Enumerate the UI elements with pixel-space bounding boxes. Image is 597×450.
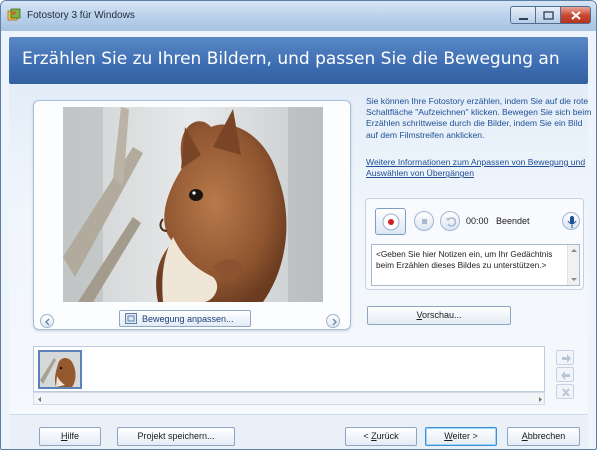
cancel-button[interactable]: Abbrechen	[507, 427, 580, 446]
squirrel-photo	[63, 107, 323, 302]
minimize-icon	[519, 18, 528, 20]
main-content: Bewegung anpassen... Sie können Ihre Fot…	[9, 84, 591, 414]
page-title: Erzählen Sie zu Ihren Bildern, und passe…	[22, 49, 560, 69]
fotostory-app-icon	[7, 8, 21, 21]
arrow-left-icon	[561, 371, 570, 380]
back-button[interactable]: < Zurück	[345, 427, 417, 446]
next-button[interactable]: Weiter >	[425, 427, 497, 446]
preview-button[interactable]: Vorschau...	[367, 306, 511, 325]
chevron-left-icon	[45, 318, 50, 326]
narration-notes-text: <Geben Sie hier Notizen ein, um Ihr Gedä…	[376, 249, 553, 270]
delete-x-icon	[562, 388, 570, 397]
narration-time: 00:00	[466, 216, 489, 226]
record-button[interactable]	[375, 208, 406, 235]
undo-button[interactable]	[440, 211, 460, 231]
filmstrip-thumbnail[interactable]	[38, 350, 82, 389]
customize-motion-button[interactable]: Bewegung anpassen...	[119, 310, 251, 327]
title-bar[interactable]: Fotostory 3 für Windows	[1, 1, 596, 31]
motion-icon	[125, 313, 137, 324]
save-project-button[interactable]: Projekt speichern...	[117, 427, 235, 446]
notes-scrollbar[interactable]	[567, 245, 579, 285]
microphone-icon	[567, 216, 577, 228]
next-image-button[interactable]	[326, 314, 340, 328]
more-info-link[interactable]: Weitere Informationen zum Anpassen von B…	[366, 157, 588, 179]
arrow-right-icon	[562, 354, 571, 363]
image-preview-panel: Bewegung anpassen...	[33, 100, 351, 330]
scroll-arrows-icon	[571, 249, 577, 281]
wizard-header: Erzählen Sie zu Ihren Bildern, und passe…	[9, 37, 588, 84]
close-button[interactable]	[561, 6, 591, 24]
undo-icon	[446, 217, 457, 227]
instructions-text: Sie können Ihre Fotostory erzählen, inde…	[366, 96, 592, 140]
help-button[interactable]: Hilfe	[39, 427, 101, 446]
filmstrip-scrollbar[interactable]	[33, 392, 545, 405]
narration-panel: 00:00 Beendet <Geben Sie hier Notizen ei…	[365, 198, 584, 290]
chevron-right-icon	[332, 318, 337, 326]
customize-motion-label: Bewegung anpassen...	[142, 314, 234, 324]
minimize-button[interactable]	[510, 6, 536, 24]
move-left-button[interactable]	[556, 367, 574, 382]
maximize-icon	[543, 11, 554, 20]
record-icon	[382, 213, 400, 231]
delete-image-button[interactable]	[556, 384, 574, 399]
stop-button[interactable]	[414, 211, 434, 231]
wizard-footer: Hilfe Projekt speichern... < Zurück Weit…	[9, 414, 588, 449]
maximize-button[interactable]	[536, 6, 561, 24]
scroll-arrows-horizontal-icon	[38, 397, 542, 402]
stop-icon	[422, 219, 427, 224]
close-icon	[571, 11, 581, 20]
microphone-button[interactable]	[562, 212, 580, 230]
fotostory-window: Fotostory 3 für Windows Erzählen Sie zu …	[0, 0, 597, 450]
narration-status: Beendet	[496, 216, 530, 226]
previous-image-button[interactable]	[40, 314, 54, 328]
filmstrip	[33, 346, 545, 392]
narration-notes-field[interactable]: <Geben Sie hier Notizen ein, um Ihr Gedä…	[371, 244, 580, 286]
window-title: Fotostory 3 für Windows	[27, 10, 135, 21]
move-right-button[interactable]	[556, 350, 574, 365]
